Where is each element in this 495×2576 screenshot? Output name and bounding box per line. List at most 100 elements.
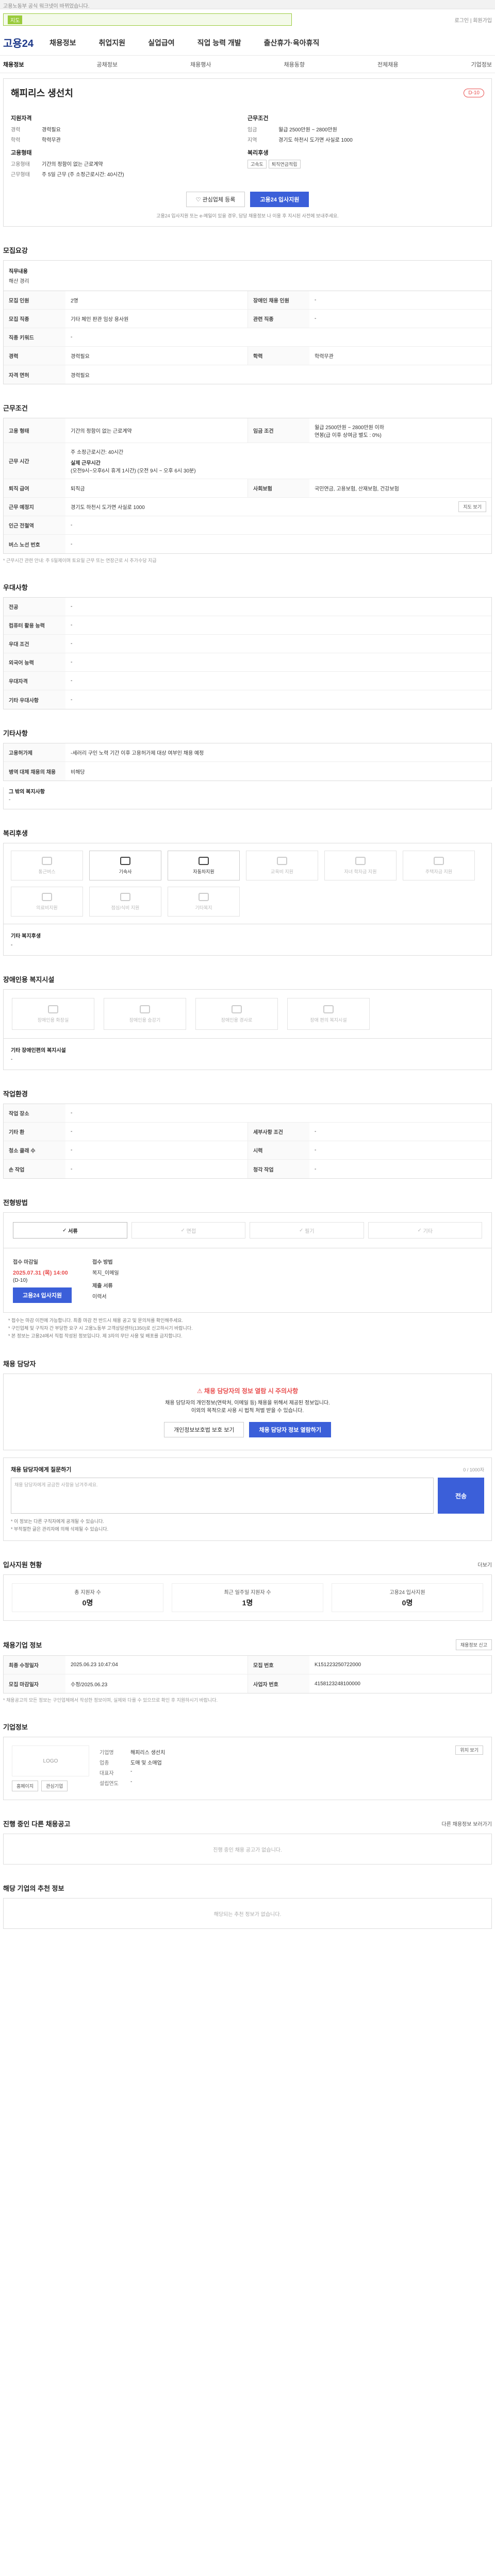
- kv-value: 경력필요: [42, 127, 61, 133]
- top-banner: 고용노동부 공식 워크넷이 바뀌었습니다.: [0, 0, 495, 9]
- apply-button[interactable]: 고용24 입사지원: [250, 192, 309, 207]
- welfare-chip: 고속도: [248, 160, 267, 168]
- gnb-item-benefit[interactable]: 실업급여: [148, 38, 175, 48]
- apply-button-2[interactable]: 고용24 입사지원: [13, 1287, 72, 1303]
- row-label: 관련 직종: [248, 310, 309, 328]
- search-tag[interactable]: 지도: [8, 15, 23, 24]
- car-icon: [199, 856, 209, 865]
- stat-label: 고용24 입사지원: [389, 1589, 425, 1596]
- report-button[interactable]: 채용정보 신고: [455, 1639, 492, 1650]
- process-note: * 본 정보는 고용24에서 직접 작성된 정보입니다. 제 3자의 무단 사용…: [8, 1333, 183, 1338]
- process-notes: * 접수는 마감 이전에 가능합니다. 최종 마감 전 반드시 채용 공고 및 …: [8, 1317, 492, 1340]
- gnb-item-jobs[interactable]: 채용정보: [50, 38, 76, 48]
- kv-label: 임금: [248, 127, 257, 133]
- employ-heading: 고용형태: [11, 150, 32, 156]
- stat-value: 0명: [402, 1598, 413, 1607]
- company-title: 기업정보: [3, 1723, 28, 1731]
- disability-label: 장애인용 승강기: [129, 1017, 161, 1023]
- kv-value: -: [130, 1779, 133, 1785]
- welfare-item-medical: 의료비지원: [11, 887, 83, 917]
- welfare-detail-text: -: [11, 942, 13, 948]
- site-logo[interactable]: 고용24: [3, 35, 50, 50]
- other-more-link[interactable]: 다른 채용정보 보러가기: [441, 1820, 492, 1827]
- homepage-button[interactable]: 홈페이지: [12, 1781, 39, 1791]
- inquiry-note: * 이 정보는 다른 구직자에게 공개될 수 있습니다.: [11, 1519, 104, 1524]
- row-value: -세러리 구인 노력 기간 이후 고용허가제 대상 여부인 채용 예정: [71, 751, 204, 756]
- gnb-item-support[interactable]: 취업지원: [99, 38, 126, 48]
- docs-value: 이력서: [92, 1294, 107, 1300]
- welfare-label: 기숙사: [119, 869, 132, 874]
- etc-sub-text: -: [9, 797, 11, 803]
- recruit-title: 모집요강: [3, 247, 28, 255]
- inquiry-send-button[interactable]: 전송: [438, 1478, 484, 1514]
- disability-grid: 장애인용 화장실 장애인용 승강기 장애인용 경사로 장애 편의 복지시설: [3, 989, 492, 1039]
- row-value: -: [315, 297, 317, 303]
- row-value: -: [71, 678, 73, 684]
- stat-item: 최근 일주일 지원자 수 1명: [172, 1583, 323, 1612]
- fav-company-button[interactable]: 관심기업: [41, 1781, 68, 1791]
- pref-table: 전공 - 컴퓨터 활용 능력 - 우대 조건 - 외국어 능력 - 우대자격 - 기타 우…: [3, 597, 492, 709]
- stat-item: 고용24 입사지원 0명: [332, 1583, 483, 1612]
- row-value: -: [71, 641, 73, 647]
- subnav-item-jobs[interactable]: 채용정보: [3, 60, 24, 69]
- inquiry-input[interactable]: 채용 담당자에게 궁금한 사항을 남겨주세요.: [11, 1478, 434, 1514]
- disability-label: 장애 편의 복지시설: [310, 1017, 347, 1023]
- contact-warning: 채용 담당자의 정보 열람 시 주의사항: [204, 1387, 299, 1395]
- stats-more-link[interactable]: 더보기: [477, 1561, 492, 1568]
- etc-sub: 그 밖의 복지사항 -: [3, 787, 492, 809]
- welfare-item-etc: 기타복지: [168, 887, 240, 917]
- row-value: 경력필요: [71, 354, 90, 360]
- disability-title: 장애인용 복지시설: [3, 976, 55, 984]
- row-label: 손 작업: [4, 1160, 65, 1178]
- etc-table: 고용허가제 -세러리 구인 노력 기간 이후 고용허가제 대상 여부인 채용 예정…: [3, 743, 492, 781]
- job-text: 해산 경리: [9, 279, 29, 284]
- subnav-item-all[interactable]: 전체채용: [377, 60, 398, 69]
- row-value: -: [71, 659, 73, 665]
- welfare-title: 복리후생: [3, 829, 28, 837]
- company-map-button[interactable]: 위치 보기: [455, 1745, 483, 1755]
- stat-label: 총 지원자 수: [74, 1589, 101, 1596]
- subnav-item-company[interactable]: 기업정보: [471, 60, 492, 69]
- welfare-heading: 복리후생: [248, 150, 269, 156]
- info-note: * 채용공고의 모든 정보는 구인업체에서 작성한 정보이며, 실제와 다를 수…: [3, 1698, 218, 1703]
- kv-value: 학력무관: [42, 138, 61, 143]
- wheelchair-icon: [323, 1005, 334, 1013]
- row-value: -: [71, 604, 73, 609]
- check-icon: ✓: [180, 1227, 187, 1233]
- gnb-item-leave[interactable]: 출산휴가·육아휴직: [264, 38, 320, 48]
- heart-icon: ♡: [195, 196, 203, 203]
- gnb-item-training[interactable]: 직업 능력 개발: [197, 38, 241, 48]
- row-value: -: [71, 334, 73, 340]
- subnav-item-open[interactable]: 공채정보: [97, 60, 118, 69]
- stat-item: 총 지원자 수 0명: [12, 1583, 163, 1612]
- inquiry-box: 채용 담당자에게 질문하기 0 / 1000자 채용 담당자에게 궁금한 사항을 …: [3, 1458, 492, 1541]
- stat-value: 1명: [242, 1598, 253, 1607]
- privacy-button[interactable]: 개인정보보호법 보호 보기: [164, 1422, 244, 1437]
- favorite-button[interactable]: ♡ 관심업체 등록: [186, 192, 245, 207]
- welfare-item-housing: 주택자금 지원: [403, 851, 475, 880]
- subnav-item-trends[interactable]: 채용동향: [284, 60, 305, 69]
- row-value: -: [315, 1166, 317, 1172]
- subnav-item-events[interactable]: 채용행사: [190, 60, 211, 69]
- process-steps: ✓ 서류 ✓ 면접 ✓ 필기 ✓ 기타: [3, 1212, 492, 1248]
- info-table: 최종 수정일자 2025.06.23 10:47:04 모집 번호 K15122325…: [3, 1655, 492, 1693]
- row-value: 주 소정근로시간: 40시간: [71, 450, 124, 455]
- pref-title: 우대사항: [3, 584, 28, 591]
- house-icon: [120, 856, 130, 865]
- row-value: 4158123248100000: [315, 1681, 360, 1687]
- row-label: 모집 직종: [4, 310, 65, 328]
- search-input[interactable]: 지도: [3, 13, 292, 26]
- view-contact-button[interactable]: 채용 담당자 정보 열람하기: [249, 1422, 331, 1437]
- util-links[interactable]: 로그인 | 회원가입: [454, 16, 492, 24]
- row-label: 컴퓨터 활용 능력: [4, 616, 65, 634]
- row-label: 임금 조건: [248, 418, 309, 443]
- row-value: -: [71, 622, 73, 628]
- row-label: 기타 우대사항: [4, 690, 65, 709]
- company-box: LOGO 홈페이지 관심기업 기업명 해피리스 생선치 업종 도매 및 소매업 대표…: [3, 1737, 492, 1800]
- welfare-label: 기타복지: [195, 905, 212, 910]
- row-value: 실제 근무시간: [71, 461, 101, 466]
- global-nav: 고용24 채용정보 취업지원 실업급여 직업 능력 개발 출산휴가·육아휴직: [0, 30, 495, 56]
- row-value: (오전9시~오후6시 휴게 1시간) (오전 9시 ~ 오후 6시 30분): [71, 468, 196, 474]
- kv-label: 설립연도: [100, 1781, 119, 1787]
- map-button[interactable]: 지도 보기: [458, 501, 486, 512]
